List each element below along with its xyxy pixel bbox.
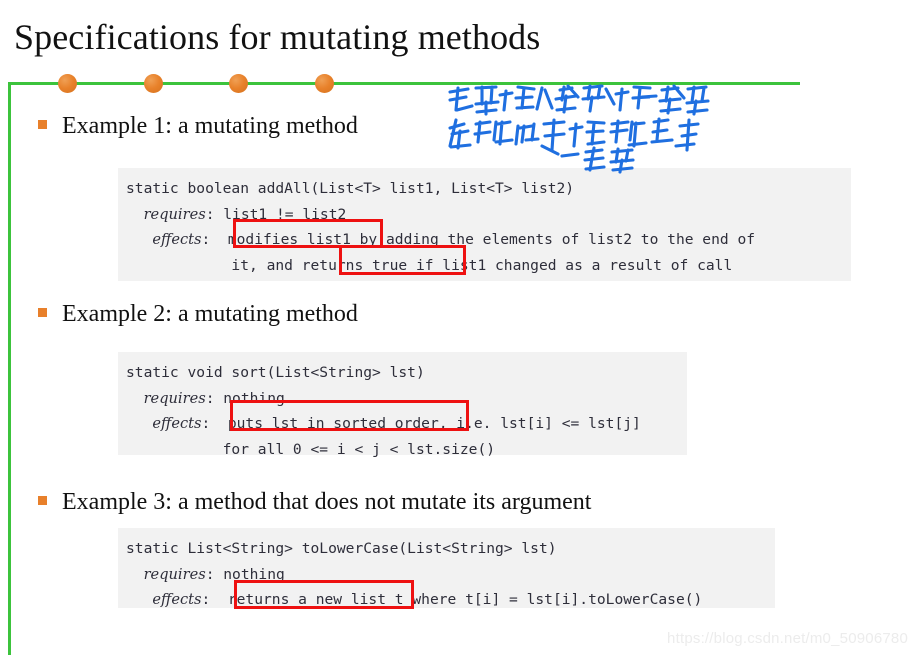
handwritten-annotation [446,84,716,174]
code-line-signature: static void sort(List<String> lst) [126,364,425,381]
code-keyword-requires: requires [143,565,206,583]
bullet-label: Example 3: a method that does not mutate… [62,489,592,515]
handwriting-line-2 [448,117,700,152]
rule-dot-3 [229,74,248,93]
code-keyword-effects: effects [152,231,202,248]
code-line-signature: static List<String> toLowerCase(List<Str… [126,540,557,557]
code-line-effects: : returns a new list t where t[i] = lst[… [201,591,703,608]
code-line-effects: : puts lst in sorted order, i.e. lst[i] … [201,415,641,432]
square-bullet-icon [38,120,47,129]
bullet-item-example-1: Example 1: a mutating method [38,113,358,139]
code-line-requires: : list1 != list2 [205,205,347,223]
code-block-sort: static void sort(List<String> lst) requi… [118,352,687,458]
bullet-item-example-2: Example 2: a mutating method [38,301,358,327]
bullet-label: Example 1: a mutating method [62,113,358,139]
code-line-signature: static boolean addAll(List<T> list1, Lis… [126,180,575,197]
code-line-continuation: it, and returns true if list1 changed as… [126,256,733,274]
code-block-tolowercase: static List<String> toLowerCase(List<Str… [118,528,775,608]
green-left-border [8,82,11,655]
bullet-item-example-3: Example 3: a method that does not mutate… [38,489,591,515]
rule-dot-4 [315,74,334,93]
rule-dot-2 [144,74,163,93]
rule-dot-1 [58,74,77,93]
code-line-requires: : nothing [205,565,285,583]
bullet-label: Example 2: a mutating method [62,301,358,327]
code-keyword-requires: requires [143,389,206,407]
code-line-requires: : nothing [205,389,285,407]
page-title: Specifications for mutating methods [14,17,541,57]
code-keyword-effects: effects [152,415,202,432]
code-block-addall: static boolean addAll(List<T> list1, Lis… [118,168,851,281]
code-line-continuation: for all 0 <= i < j < lst.size() [126,440,496,458]
watermark-text: https://blog.csdn.net/m0_50906780 [667,630,908,647]
square-bullet-icon [38,496,47,505]
handwriting-line-1 [448,84,710,116]
handwriting-line-3 [540,144,635,174]
code-line-effects: : modifies list1 by adding the elements … [201,231,756,248]
code-keyword-requires: requires [143,205,206,223]
square-bullet-icon [38,308,47,317]
code-keyword-effects: effects [152,591,202,608]
